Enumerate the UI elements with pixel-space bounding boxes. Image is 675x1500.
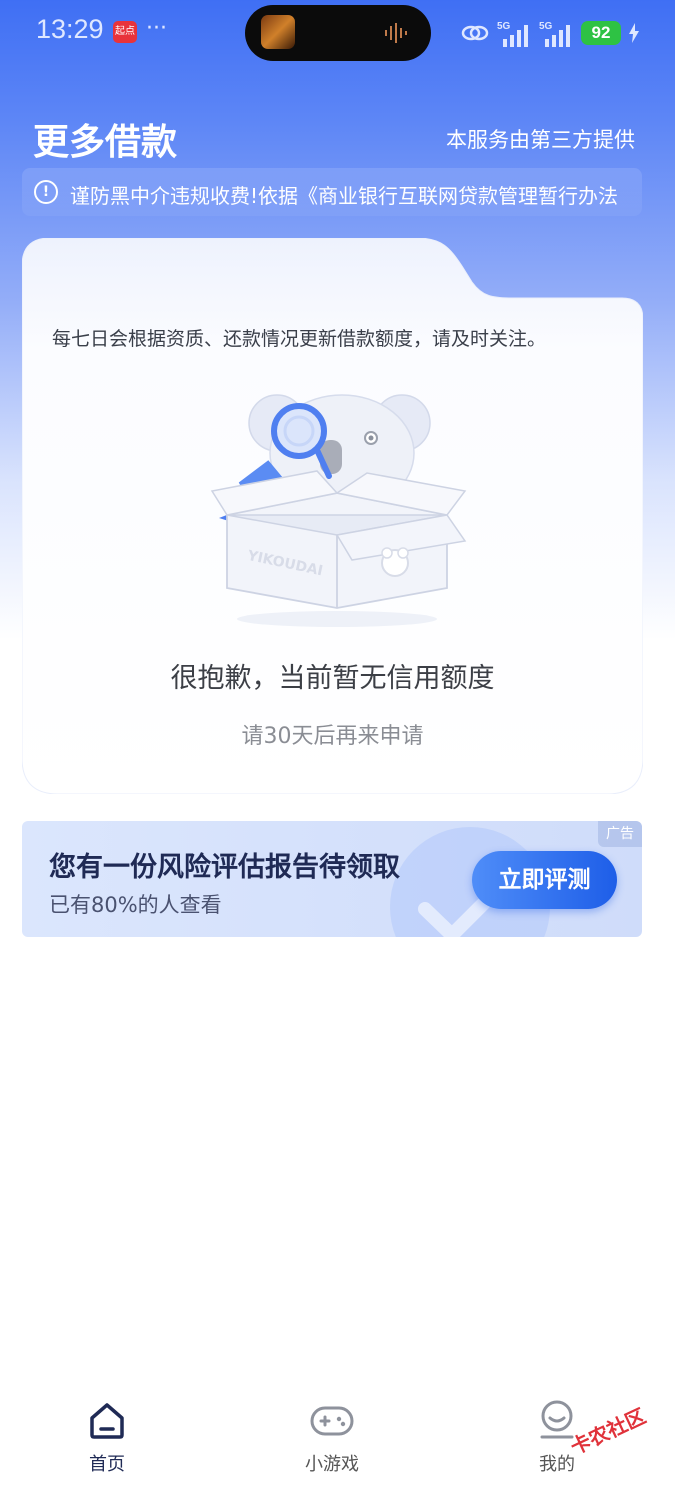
- media-thumbnail: [261, 15, 295, 49]
- tab-home[interactable]: 首页: [47, 1400, 167, 1476]
- svg-text:5G: 5G: [539, 21, 553, 32]
- page-title: 更多借款: [33, 122, 178, 163]
- hotspot-link-icon: [461, 25, 489, 41]
- empty-state-title: 很抱歉，当前暂无信用额度: [170, 663, 495, 694]
- signal-5g-icon: 5G: [497, 21, 528, 47]
- provider-disclaimer: 本服务由第三方提供: [446, 128, 635, 152]
- info-icon: !: [34, 180, 58, 204]
- audio-wave-icon: [385, 23, 407, 43]
- status-time: 13:29: [36, 14, 104, 44]
- battery-level: 92: [581, 21, 621, 45]
- empty-state-subtitle: 请30天后再来申请: [241, 724, 424, 749]
- dynamic-island[interactable]: [245, 5, 431, 61]
- charging-bolt-icon: [629, 23, 639, 43]
- ad-title: 您有一份风险评估报告待领取: [49, 852, 400, 883]
- tab-home-label: 首页: [89, 1454, 125, 1475]
- home-icon: [90, 1403, 124, 1439]
- ad-subtitle: 已有80%的人查看: [49, 893, 222, 917]
- svg-text:5G: 5G: [497, 21, 511, 32]
- status-indicators: 5G 5G 92: [461, 18, 639, 48]
- quota-update-note: 每七日会根据资质、还款情况更新借款额度，请及时关注。: [52, 328, 547, 350]
- status-bar: 13:29 起点 ··· 5G 5G 92: [0, 0, 675, 66]
- notice-text: 谨防黑中介违规收费!依据《商业银行互联网贷款管理暂行办法: [70, 184, 619, 208]
- gamepad-icon: [310, 1406, 354, 1436]
- more-notifications-icon: ···: [146, 16, 167, 41]
- empty-state-koala-illustration: 空 YIKOUDAI: [210, 394, 467, 627]
- evaluate-now-button[interactable]: 立即评测: [472, 851, 617, 909]
- tab-mini-games[interactable]: 小游戏: [272, 1400, 392, 1476]
- app-notification-badge: 起点: [113, 21, 137, 43]
- cardboard-box: YIKOUDAI: [210, 470, 467, 627]
- ad-label: 广告: [598, 821, 642, 847]
- signal-5g-secondary-icon: 5G: [539, 21, 570, 47]
- credit-status-card: 每七日会根据资质、还款情况更新借款额度，请及时关注。 空 YIKO: [22, 238, 643, 794]
- notice-marquee[interactable]: ! 谨防黑中介违规收费!依据《商业银行互联网贷款管理暂行办法: [22, 168, 642, 216]
- risk-report-ad-banner[interactable]: 您有一份风险评估报告待领取 已有80%的人查看 立即评测 广告: [22, 821, 642, 937]
- tab-mini-games-label: 小游戏: [305, 1454, 359, 1475]
